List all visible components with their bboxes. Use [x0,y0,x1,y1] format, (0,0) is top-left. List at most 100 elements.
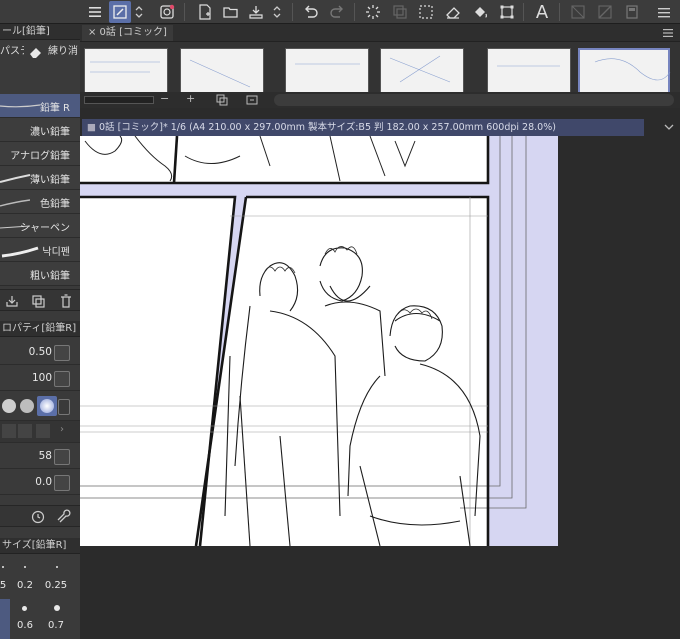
selected-size-preset[interactable] [0,599,10,639]
brush-size-preset[interactable]: 0.25 [43,580,69,591]
brush-item-dark-pencil[interactable]: 濃い鉛筆 [0,118,80,142]
fill-icon[interactable] [469,1,491,23]
toolbar-separator [559,3,560,21]
wrench-icon[interactable] [56,509,72,525]
brush-item-analog-pencil[interactable]: アナログ鉛筆 [0,142,80,166]
chevron-down-icon[interactable] [664,122,674,132]
toggle-arrows-icon[interactable] [132,1,146,23]
brush-item-pencil-r[interactable]: 鉛筆 R [0,94,80,118]
text-tool-label: A [535,1,549,23]
brush-tip-hard-icon[interactable] [2,399,16,413]
trash-icon[interactable] [58,293,74,309]
chevron-right-icon[interactable]: › [60,424,64,435]
save-icon[interactable] [245,1,267,23]
brush-size-preset[interactable]: 0.2 [12,580,38,591]
zoom-out-icon[interactable]: − [160,92,169,105]
property-value[interactable]: 58 [39,450,52,462]
open-folder-icon[interactable] [220,1,242,23]
import-icon[interactable] [4,293,20,309]
texture-swatch[interactable] [36,424,50,438]
brush-item-color-pencil[interactable]: 色鉛筆 [0,190,80,214]
thumbnail-sketch-lines [90,55,671,88]
zoom-in-icon[interactable]: + [186,92,195,105]
main-toolbar: A [0,0,680,24]
undo-icon[interactable] [300,1,322,23]
property-value[interactable]: 100 [32,372,52,384]
save-arrows-icon[interactable] [270,1,284,23]
transform-icon[interactable] [389,1,411,23]
canvas-document-tab[interactable]: ■ 0話 [コミック]* 1/6 (A4 210.00 x 297.00mm 製… [82,119,644,136]
brush-size-header: サイズ[鉛筆R] [0,538,80,554]
brush-tip-soft-icon[interactable] [37,396,57,416]
brush-name: シャーペン [20,223,70,234]
property-brush-size[interactable]: 0.50 [0,341,80,365]
window-icon[interactable] [621,1,643,23]
reset-icon[interactable] [30,509,46,525]
tab-kneaded-eraser[interactable]: 練り消 [48,41,80,63]
new-file-icon[interactable] [194,1,216,23]
stabilization-settings-icon[interactable] [54,449,70,465]
redo-icon[interactable] [326,1,348,23]
kneaded-eraser-icon [28,44,44,60]
brush-name: 鉛筆 R [39,103,70,114]
toolbar-separator [354,3,355,21]
property-value[interactable]: 0.50 [29,346,52,358]
brush-item-rough-pencil[interactable]: 粗い鉛筆 [0,262,80,286]
page-manager-controls: − + [80,92,680,108]
active-tool-icon[interactable] [109,1,131,23]
brush-size-preset[interactable]: 0.7 [43,620,69,631]
brush-size-preset[interactable]: 0.6 [12,620,38,631]
thumbnail-zoom-slider[interactable] [84,96,154,104]
brush-stroke-preview [1,246,39,258]
property-stabilization[interactable]: 58 [0,445,80,469]
property-brush-tip[interactable] [0,393,80,421]
subtool-actions-row [0,289,80,311]
clip-studio-window: A ール[鉛筆] パステ 練り消 鉛筆 R [0,0,680,639]
duplicate-icon[interactable] [30,293,46,309]
menu-icon[interactable] [84,1,106,23]
text-tool-icon[interactable]: A [531,1,553,23]
page-thumbnails [80,42,680,94]
texture-swatch-row: › [0,421,80,443]
panel-menu-icon[interactable] [652,1,676,23]
panel-menu-icon[interactable] [662,27,674,39]
tab-page-manager[interactable]: × 0話 [コミック] [82,25,173,41]
page-manager-tabbar: × 0話 [コミック] [80,24,680,42]
page-settings-icon[interactable] [246,94,258,106]
brush-tip-medium-icon[interactable] [20,399,34,413]
grid-icon[interactable] [567,1,589,23]
texture-swatch[interactable] [2,424,16,438]
manga-page[interactable] [80,136,558,546]
brush-item-light-pencil[interactable]: 薄い鉛筆 [0,166,80,190]
ruler-icon[interactable] [594,1,616,23]
brush-item-mechanical-pencil[interactable]: シャーペン [0,214,80,238]
page-copy-icon[interactable] [216,94,228,106]
property-value[interactable]: 0.0 [35,476,52,488]
brush-stroke-preview [0,104,40,108]
close-icon[interactable]: ■ [87,122,96,133]
selection-icon[interactable] [415,1,437,23]
canvas-area[interactable] [80,136,680,639]
tab-pastel[interactable]: パステ [0,41,24,63]
pressure-settings-icon[interactable] [54,345,70,361]
toolbar-separator [292,3,293,21]
subtool-panel-header: ール[鉛筆] [0,24,80,40]
manga-artwork [80,136,558,546]
texture-swatch[interactable] [18,424,32,438]
tool-property-panel: ール[鉛筆] パステ 練り消 鉛筆 R 濃い鉛筆 アナログ鉛筆 薄い鉛筆 [0,24,80,639]
size-dot [54,605,60,611]
brush-item-custom-pen[interactable]: 낙디펜 [0,238,80,262]
crop-icon[interactable] [496,1,518,23]
loading-icon[interactable] [362,1,384,23]
brush-name: 粗い鉛筆 [30,271,70,282]
brush-name: 낙디펜 [42,247,70,258]
page-manager-scrollbar[interactable] [274,94,674,106]
eraser-icon[interactable] [442,1,464,23]
property-density[interactable]: 100 [0,367,80,391]
brush-tip-toggle-icon[interactable] [58,399,70,415]
size-dot [2,566,4,568]
density-settings-icon[interactable] [54,371,70,387]
layer-color-icon[interactable] [156,1,178,23]
property-anti-aliasing[interactable]: 0.0 [0,471,80,495]
anti-aliasing-settings-icon[interactable] [54,475,70,491]
